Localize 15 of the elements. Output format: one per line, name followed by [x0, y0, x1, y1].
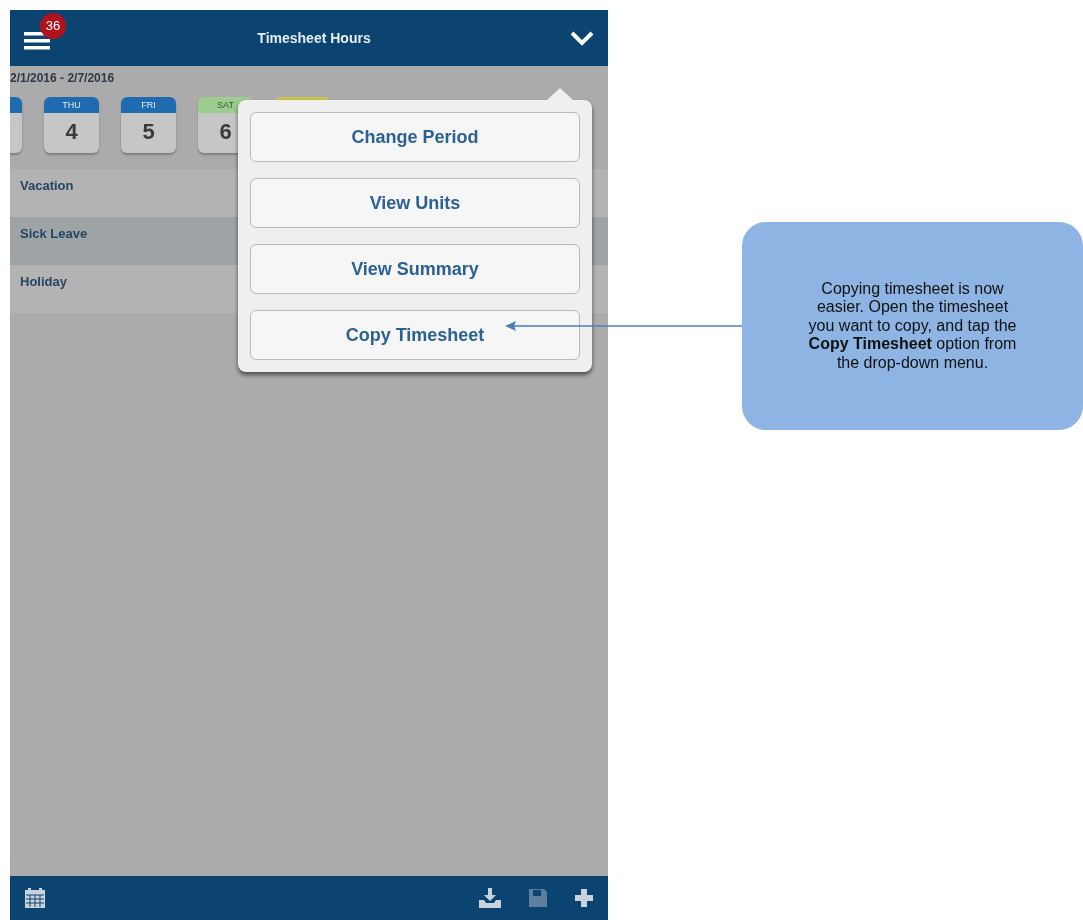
- menu-item[interactable]: View Units: [250, 178, 580, 228]
- callout-text: Copying timesheet is now easier. Open the timesheet you want to copy, and tap the Copy Timesheet option from the drop-down menu.: [807, 280, 1018, 372]
- day-tile[interactable]: FRI 5: [121, 97, 176, 153]
- calendar-icon[interactable]: [24, 887, 46, 909]
- chevron-down-icon[interactable]: [570, 30, 594, 46]
- screen-title: Timesheet Hours: [256, 28, 372, 48]
- date-range: 2/1/2016 - 2/7/2016: [10, 70, 116, 87]
- notification-badge: 36: [40, 13, 66, 39]
- menu-item[interactable]: Change Period: [250, 112, 580, 162]
- add-icon[interactable]: [574, 888, 594, 908]
- menu-icon[interactable]: [24, 29, 50, 51]
- day-tile[interactable]: THU 4: [44, 97, 99, 153]
- download-icon[interactable]: [478, 887, 502, 909]
- menu-item[interactable]: View Summary: [250, 244, 580, 294]
- menu-item[interactable]: Copy Timesheet: [250, 310, 580, 360]
